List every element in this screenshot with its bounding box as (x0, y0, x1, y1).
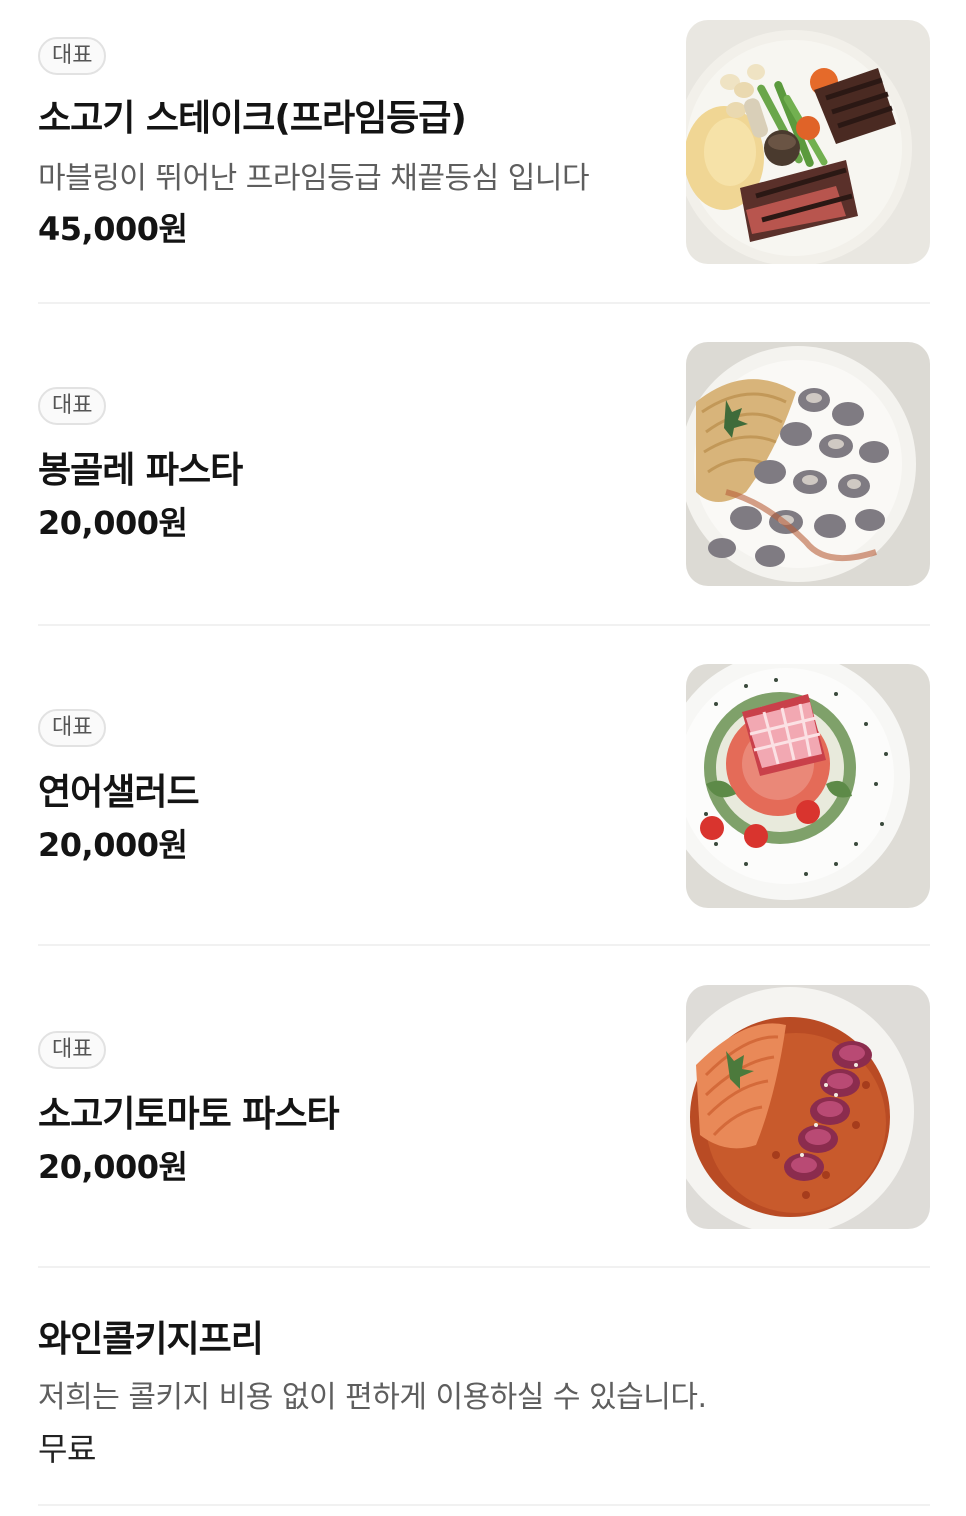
steak-dish-photo[interactable] (686, 20, 930, 264)
beef-tomato-pasta-photo[interactable] (686, 985, 930, 1229)
menu-list: 대표 소고기 스테이크(프라임등급) 마블링이 뛰어난 프라임등급 채끝등심 입… (0, 0, 966, 1516)
menu-item[interactable]: 대표 봉골레 파스타 20,000원 (0, 304, 966, 626)
signature-badge: 대표 (38, 37, 107, 75)
menu-item-price: 20,000원 (38, 1148, 188, 1186)
salmon-salad-photo[interactable] (686, 664, 930, 908)
vongole-pasta-photo[interactable] (686, 342, 930, 586)
signature-badge: 대표 (38, 1031, 107, 1069)
menu-item-name: 소고기토마토 파스타 (38, 1094, 340, 1135)
menu-item-price: 20,000원 (38, 504, 188, 542)
menu-item-price: 45,000원 (38, 210, 188, 248)
menu-item[interactable]: 대표 소고기토마토 파스타 20,000원 (0, 946, 966, 1268)
menu-item-name: 와인콜키지프리 (38, 1319, 264, 1360)
menu-item-name: 소고기 스테이크(프라임등급) (38, 98, 467, 139)
menu-item-name: 연어샐러드 (38, 772, 200, 813)
signature-badge: 대표 (38, 709, 107, 747)
divider (38, 1504, 930, 1506)
menu-item[interactable]: 대표 소고기 스테이크(프라임등급) 마블링이 뛰어난 프라임등급 채끝등심 입… (0, 0, 966, 304)
menu-item-price: 20,000원 (38, 826, 188, 864)
signature-badge: 대표 (38, 387, 107, 425)
menu-item[interactable]: 대표 연어샐러드 20,000원 (0, 626, 966, 946)
menu-item-description: 저희는 콜키지 비용 없이 편하게 이용하실 수 있습니다. (38, 1380, 707, 1415)
menu-item[interactable]: 와인콜키지프리 저희는 콜키지 비용 없이 편하게 이용하실 수 있습니다. 무… (0, 1268, 966, 1508)
menu-item-price: 무료 (38, 1430, 96, 1468)
menu-item-name: 봉골레 파스타 (38, 450, 243, 491)
menu-item-description: 마블링이 뛰어난 프라임등급 채끝등심 입니다 (38, 161, 590, 196)
